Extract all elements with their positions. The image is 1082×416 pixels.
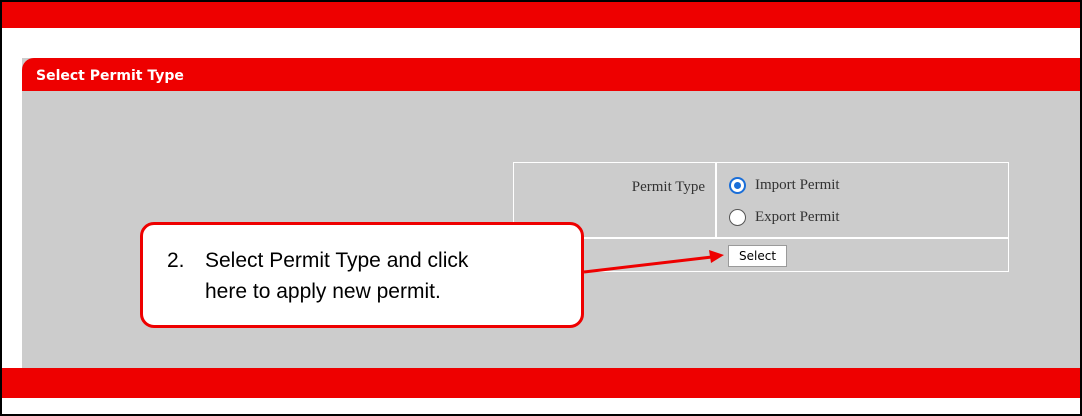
- callout-arrow-line: [583, 255, 713, 274]
- instruction-callout: 2. Select Permit Type and click here to a…: [140, 222, 584, 328]
- callout-text: 2. Select Permit Type and click here to a…: [167, 245, 468, 307]
- callout-step-number: 2.: [167, 249, 185, 272]
- callout-arrow: [583, 250, 724, 274]
- callout-line-2: here to apply new permit.: [205, 280, 441, 303]
- callout-arrow-head: [709, 250, 724, 263]
- callout-line-1: Select Permit Type and click: [205, 249, 469, 272]
